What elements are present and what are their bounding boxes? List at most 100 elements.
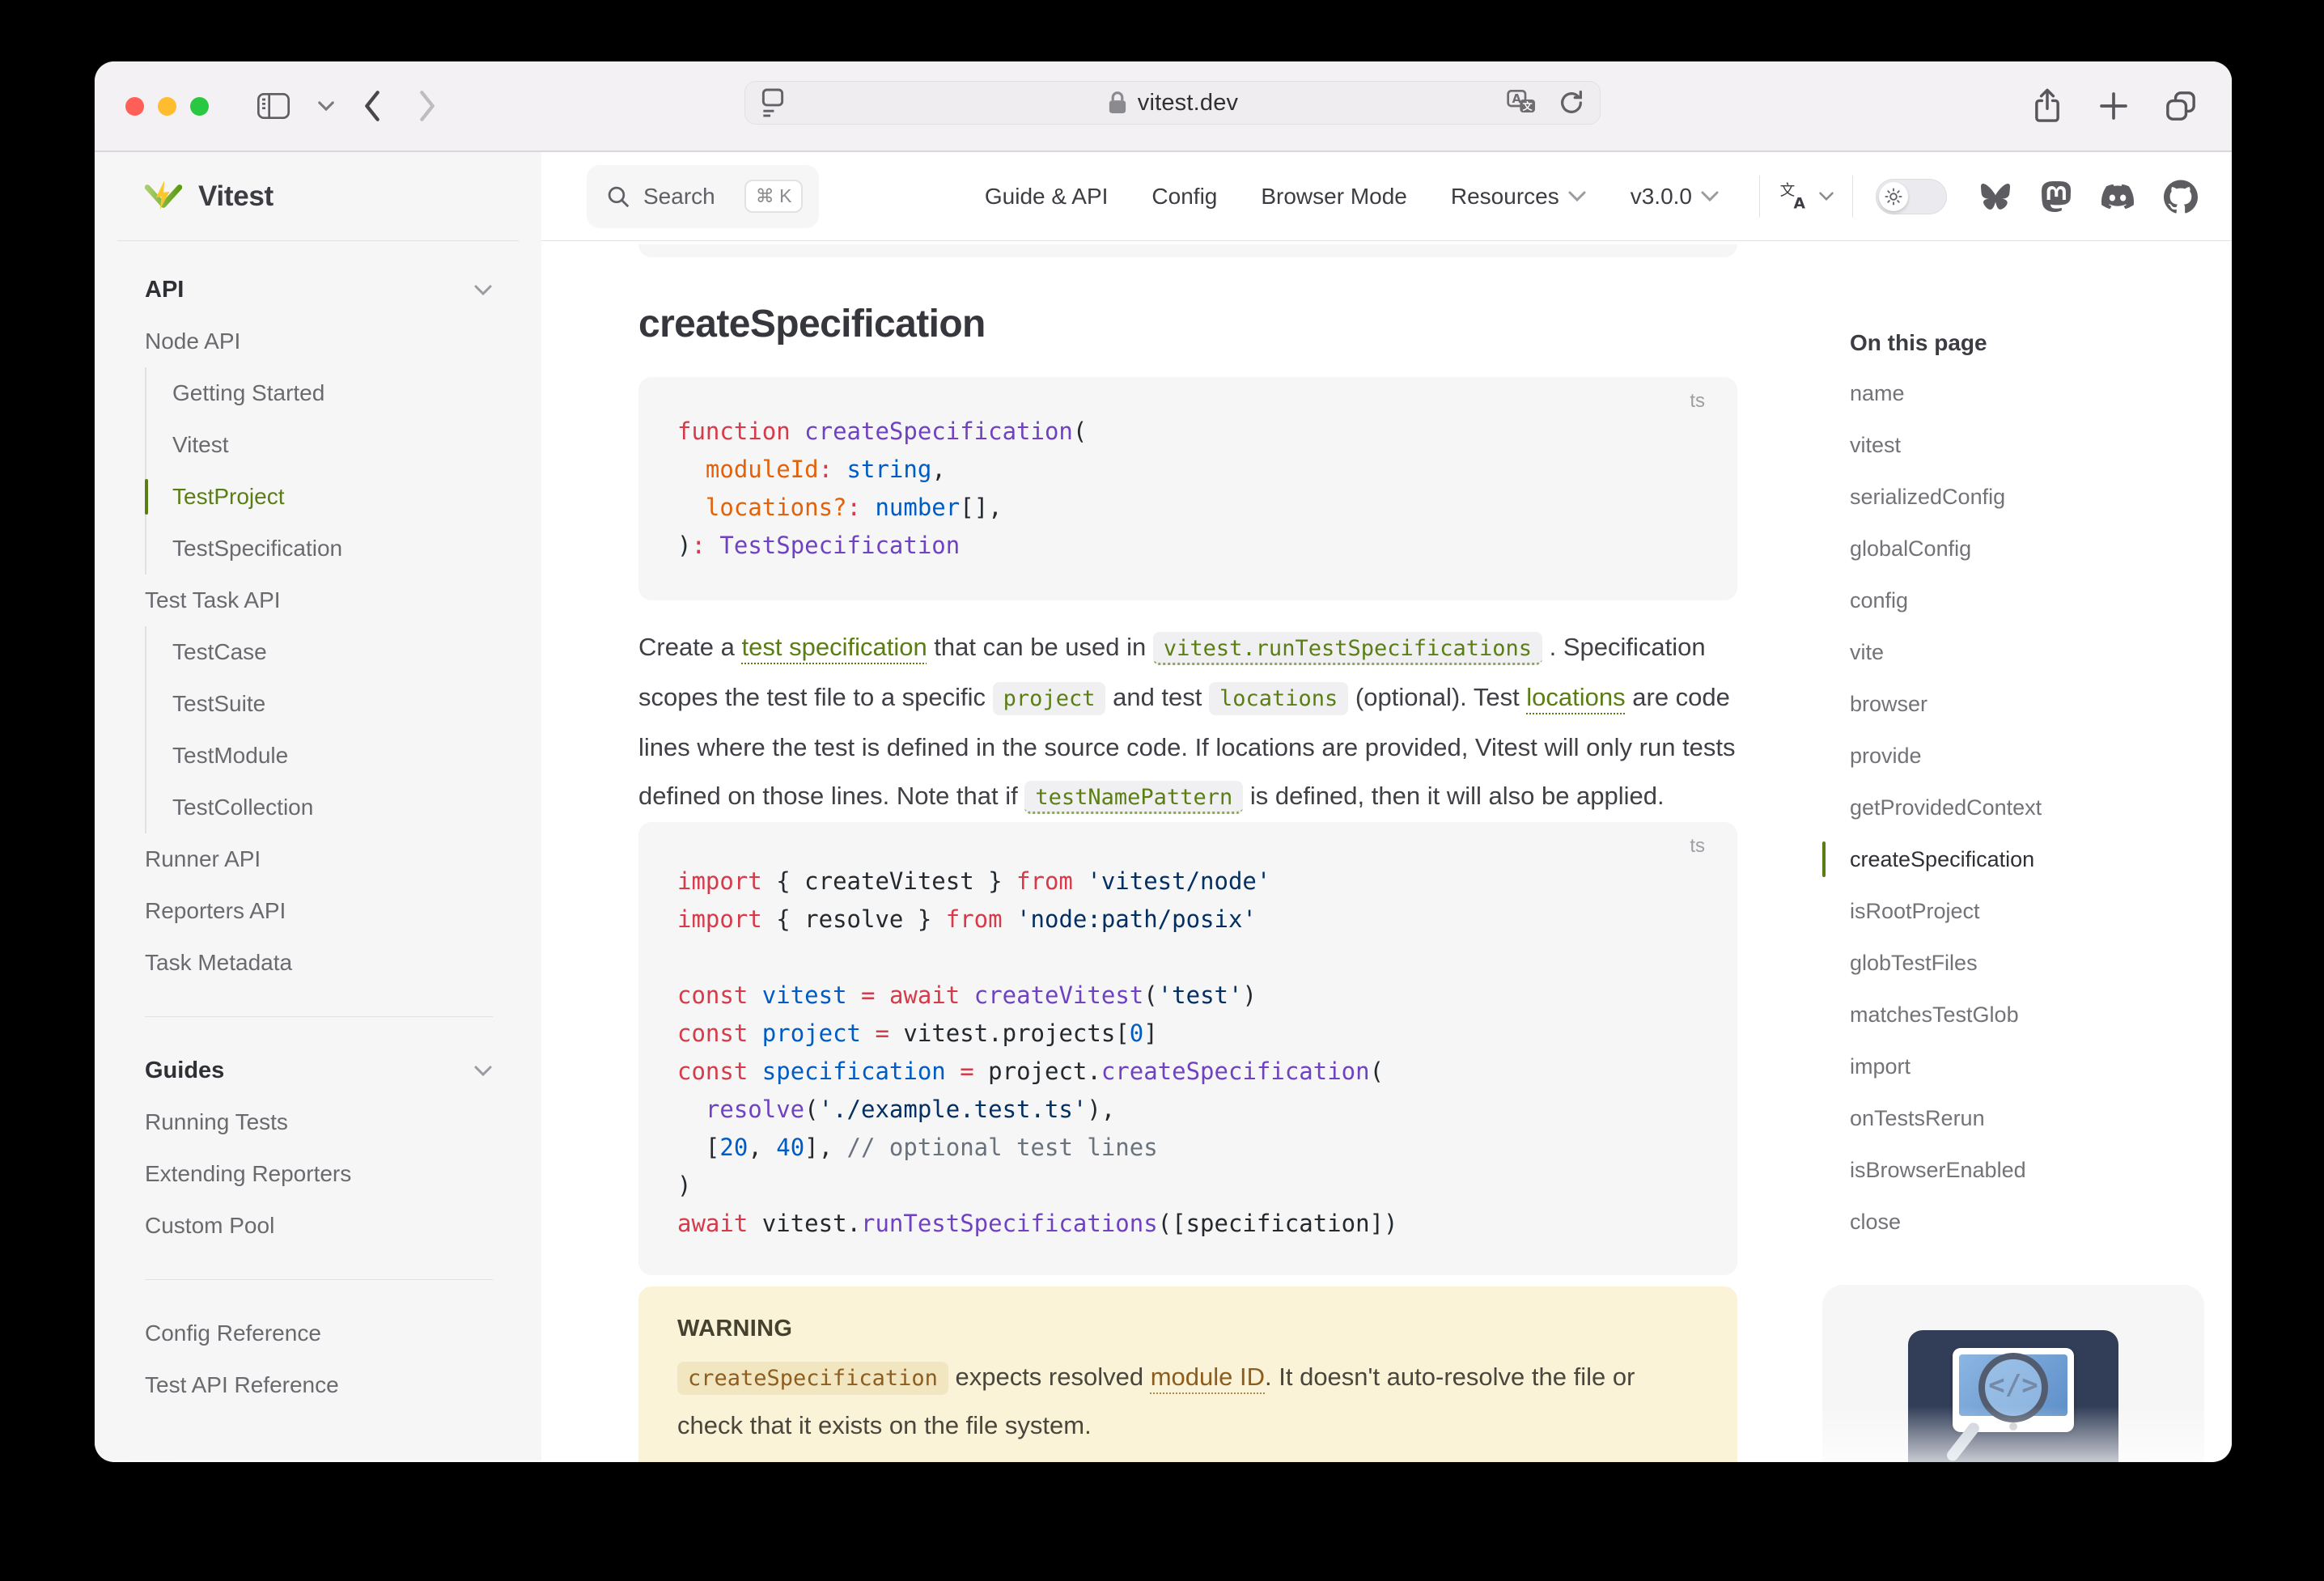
back-button[interactable] [363, 90, 382, 122]
sidebar-section-api[interactable]: API [145, 264, 493, 316]
sidebar-section-guides[interactable]: Guides [145, 1045, 493, 1096]
outline-item-createspecification[interactable]: createSpecification [1850, 833, 2232, 885]
language-menu[interactable]: 文 A [1778, 181, 1834, 212]
outline-item-serializedconfig[interactable]: serializedConfig [1850, 471, 2232, 523]
code-block-example: ts import { createVitest } from 'vitest/… [638, 822, 1737, 1275]
inline-code: createSpecification [677, 1362, 948, 1395]
chevron-down-icon [473, 1065, 493, 1077]
sidebar-toggle-icon[interactable] [257, 93, 290, 119]
vitest-logo-icon [145, 180, 182, 214]
sidebar-item-config-reference[interactable]: Config Reference [145, 1308, 493, 1359]
sidebar-chevron-down-icon[interactable] [317, 100, 335, 112]
link-module-id[interactable]: module ID [1151, 1363, 1265, 1391]
sidebar-group: Getting StartedVitestTestProjectTestSpec… [145, 367, 493, 574]
svg-text:文: 文 [1523, 100, 1533, 112]
new-tab-icon[interactable] [2097, 90, 2130, 122]
bluesky-icon[interactable] [1979, 182, 2012, 211]
address-bar[interactable]: vitest.dev A 文 [744, 81, 1601, 125]
nav-link-label: Guide & API [985, 184, 1109, 210]
tab-overview-icon[interactable] [2164, 89, 2198, 123]
outline-item-close[interactable]: close [1850, 1196, 2232, 1248]
sidebar-item-testcollection[interactable]: TestCollection [172, 782, 493, 833]
translate-page-icon[interactable]: A 文 [1506, 88, 1538, 117]
outline-item-name[interactable]: name [1850, 367, 2232, 419]
sidebar-item-vitest[interactable]: Vitest [172, 419, 493, 471]
sidebar-section-label: Guides [145, 1058, 224, 1084]
code-line: ) [677, 1167, 1705, 1205]
desktop-background: vitest.dev A 文 [0, 0, 2324, 1581]
sidebar-item-testproject[interactable]: TestProject [172, 471, 493, 523]
link-locations[interactable]: locations [1526, 683, 1625, 711]
outline-item-matchestestglob[interactable]: matchesTestGlob [1850, 989, 2232, 1041]
sidebar-item-node-api[interactable]: Node API [145, 316, 493, 367]
sidebar-item-test-api-reference[interactable]: Test API Reference [145, 1359, 493, 1411]
outline-item-browser[interactable]: browser [1850, 678, 2232, 730]
outline-item-import[interactable]: import [1850, 1041, 2232, 1092]
nav-link-resources[interactable]: Resources [1429, 184, 1609, 210]
nav-link-label: Browser Mode [1261, 184, 1407, 210]
outline-item-config[interactable]: config [1850, 574, 2232, 626]
outline-item-getprovidedcontext[interactable]: getProvidedContext [1850, 782, 2232, 833]
github-icon[interactable] [2164, 180, 2198, 214]
warning-title: WARNING [677, 1316, 1698, 1342]
outline-item-globtestfiles[interactable]: globTestFiles [1850, 937, 2232, 989]
sidebar-item-testsuite[interactable]: TestSuite [172, 678, 493, 730]
outline-item-isrootproject[interactable]: isRootProject [1850, 885, 2232, 937]
sidebar-item-extending-reporters[interactable]: Extending Reporters [145, 1148, 493, 1200]
previous-code-block-clipped [638, 244, 1737, 257]
sponsor-card[interactable]: </> [1822, 1285, 2204, 1462]
chevron-down-icon [1818, 191, 1834, 201]
search-icon [606, 184, 630, 209]
sidebar-item-custom-pool[interactable]: Custom Pool [145, 1200, 493, 1252]
site-logo[interactable]: Vitest [117, 152, 519, 241]
nav-link-browser-mode[interactable]: Browser Mode [1239, 184, 1429, 210]
sidebar-item-runner-api[interactable]: Runner API [145, 833, 493, 885]
reader-options-icon[interactable] [760, 87, 786, 118]
code-line: import { createVitest } from 'vitest/nod… [677, 863, 1705, 901]
sidebar-item-reporters-api[interactable]: Reporters API [145, 885, 493, 937]
nav-link-config[interactable]: Config [1130, 184, 1239, 210]
outline-item-provide[interactable]: provide [1850, 730, 2232, 782]
sidebar-item-testspecification[interactable]: TestSpecification [172, 523, 493, 574]
outline-item-globalconfig[interactable]: globalConfig [1850, 523, 2232, 574]
close-window-button[interactable] [125, 97, 144, 116]
outline-item-vitest[interactable]: vitest [1850, 419, 2232, 471]
sidebar-item-running-tests[interactable]: Running Tests [145, 1096, 493, 1148]
site-header: Search ⌘ K Guide & API Config Browser Mode… [541, 152, 2232, 241]
outline-item-ontestsrerun[interactable]: onTestsRerun [1850, 1092, 2232, 1144]
description-paragraph: Create a test specification that can be … [638, 623, 1737, 822]
reload-icon[interactable] [1558, 89, 1585, 117]
outline-item-vite[interactable]: vite [1850, 626, 2232, 678]
sidebar-item-getting-started[interactable]: Getting Started [172, 367, 493, 419]
theme-toggle[interactable] [1876, 179, 1947, 214]
share-icon[interactable] [2031, 87, 2063, 125]
window-controls [125, 97, 209, 116]
inline-code: project [993, 682, 1106, 715]
browser-toolbar: vitest.dev A 文 [95, 61, 2232, 152]
nav-links: Guide & API Config Browser Mode Resources v3… [963, 184, 1741, 210]
minimize-window-button[interactable] [158, 97, 176, 116]
warning-body: createSpecification expects resolved mod… [677, 1354, 1698, 1449]
inline-code: locations [1209, 682, 1348, 715]
search-button[interactable]: Search ⌘ K [587, 165, 819, 228]
code-line: resolve('./example.test.ts'), [677, 1091, 1705, 1129]
nav-link-guide-api[interactable]: Guide & API [963, 184, 1130, 210]
sidebar-divider [145, 1016, 493, 1017]
sidebar-group: TestCaseTestSuiteTestModuleTestCollectio… [145, 626, 493, 833]
docs-sidebar: Vitest APINode APIGetting StartedVitestT… [95, 152, 541, 1460]
zoom-window-button[interactable] [190, 97, 209, 116]
code-link-vitest-runtestspecifications[interactable]: vitest.runTestSpecifications [1153, 632, 1542, 665]
code-line: function createSpecification( [677, 413, 1705, 451]
sidebar-item-testcase[interactable]: TestCase [172, 626, 493, 678]
forward-button[interactable] [418, 90, 437, 122]
sidebar-item-testmodule[interactable]: TestModule [172, 730, 493, 782]
mastodon-icon[interactable] [2041, 180, 2072, 213]
sidebar-item-task-metadata[interactable]: Task Metadata [145, 937, 493, 989]
code-link-testnamepattern[interactable]: testNamePattern [1024, 781, 1243, 814]
nav-link-v3-0-0[interactable]: v3.0.0 [1609, 184, 1741, 210]
outline-item-isbrowserenabled[interactable]: isBrowserEnabled [1850, 1144, 2232, 1196]
nav-link-label: Resources [1451, 184, 1559, 210]
sidebar-item-test-task-api[interactable]: Test Task API [145, 574, 493, 626]
discord-icon[interactable] [2101, 180, 2135, 213]
link-test-specification[interactable]: test specification [742, 633, 927, 661]
